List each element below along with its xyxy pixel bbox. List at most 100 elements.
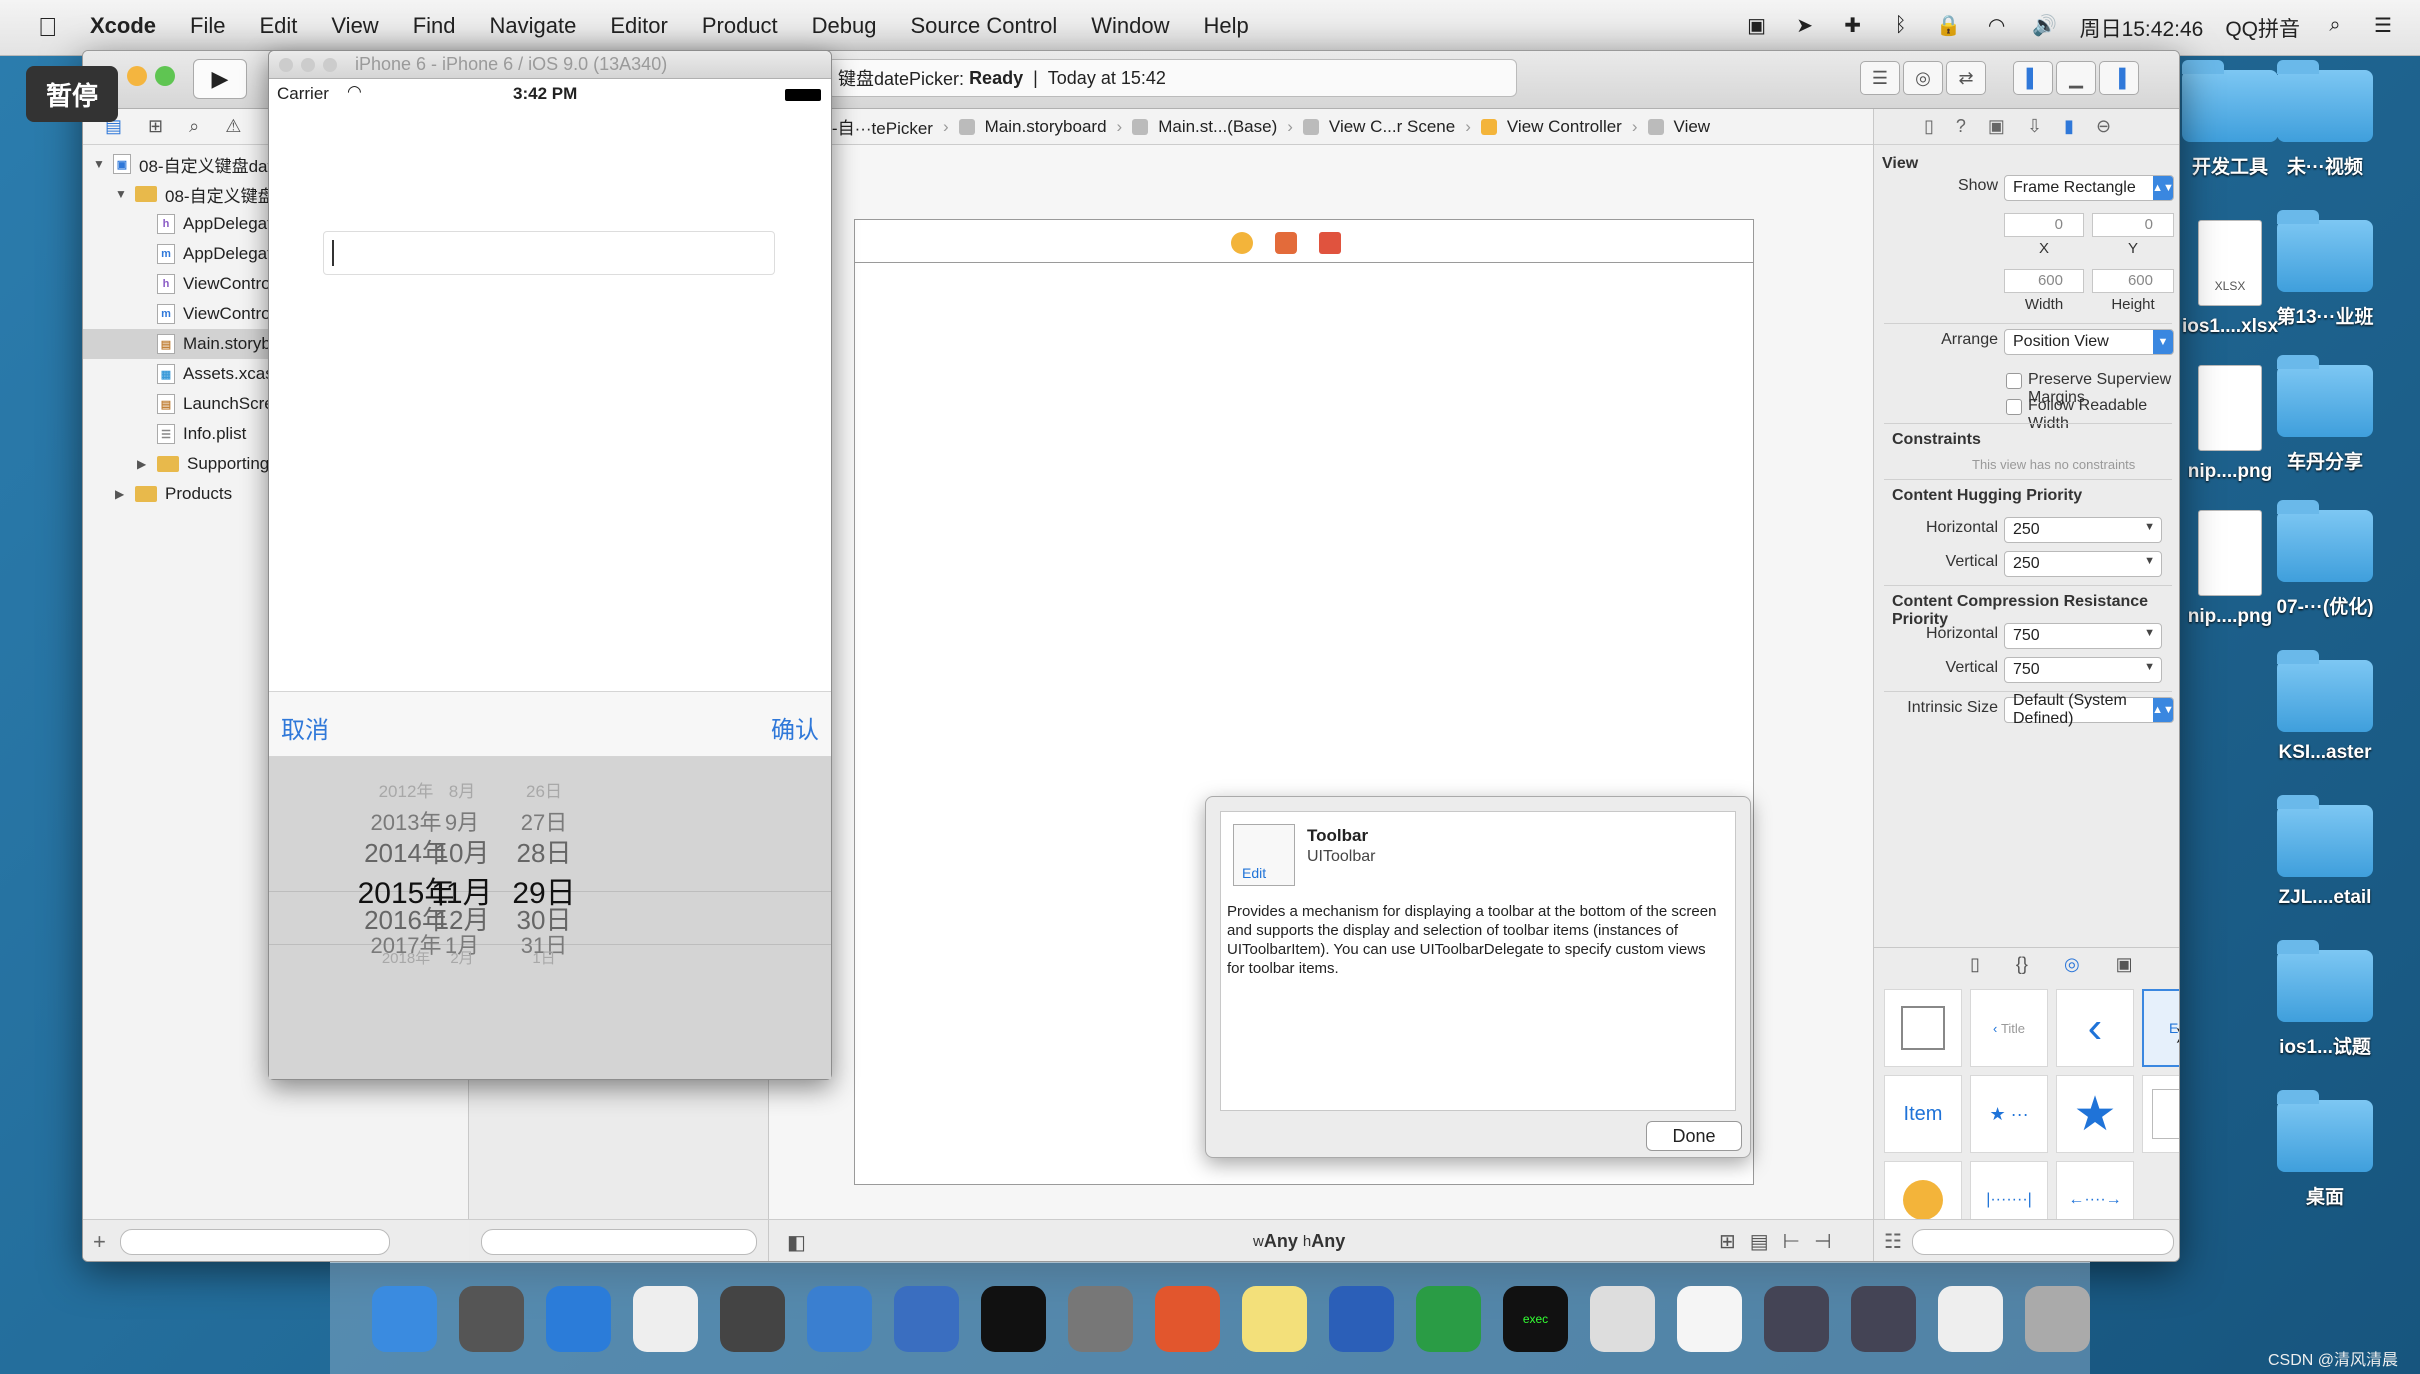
zoom-button[interactable] — [323, 57, 337, 72]
intrinsic-popup[interactable]: Default (System Defined) ▲▼ — [2004, 692, 2174, 727]
readable-width-checkbox[interactable] — [2006, 399, 2022, 415]
cancel-button[interactable]: 取消 — [281, 710, 329, 745]
library-search-bar-item[interactable] — [2142, 1075, 2179, 1153]
screen-icon[interactable] — [1764, 1285, 1829, 1352]
menu-app[interactable]: Xcode — [90, 13, 156, 39]
camera-icon[interactable]: ▣ — [1744, 13, 1770, 37]
exec-icon[interactable]: exec — [1503, 1285, 1568, 1352]
notification-center-icon[interactable]: ☰ — [2370, 13, 2396, 37]
library-tab-bar-star-item[interactable]: ★ — [2056, 1075, 2134, 1153]
exit-icon[interactable] — [1319, 232, 1341, 254]
menu-edit[interactable]: Edit — [259, 13, 297, 39]
add-icon[interactable]: + — [93, 1229, 106, 1255]
media-library-icon[interactable]: ▣ — [2116, 954, 2133, 975]
date-text-field[interactable] — [323, 231, 775, 275]
desktop-item[interactable]: ios1...试题 — [2250, 940, 2400, 1059]
preserve-margins-checkbox[interactable] — [2006, 373, 2022, 389]
word-icon[interactable] — [1329, 1285, 1394, 1352]
wifi-icon[interactable]: ◠ — [1984, 13, 2010, 37]
done-button[interactable]: Done — [1646, 1121, 1742, 1151]
assistant-editor-button[interactable]: ◎ — [1903, 61, 1943, 95]
menu-window[interactable]: Window — [1091, 13, 1169, 39]
tree-item[interactable]: ☰ Info.plist — [83, 419, 246, 449]
powerpoint-icon[interactable] — [1155, 1285, 1220, 1352]
menu-debug[interactable]: Debug — [812, 13, 877, 39]
preview-icon[interactable] — [1938, 1285, 2003, 1352]
size-inspector-icon[interactable]: ▮ — [2064, 116, 2074, 137]
desktop-item[interactable]: 07-···(优化) — [2250, 500, 2400, 619]
tree-item[interactable]: ▶ Supporting — [83, 449, 269, 479]
y-field[interactable]: 0 — [2092, 213, 2174, 237]
tree-item[interactable]: ▼ 08-自定义键盘d — [83, 179, 284, 209]
tree-item[interactable]: ▦ Assets.xcas — [83, 359, 274, 389]
version-editor-button[interactable]: ⇄ — [1946, 61, 1986, 95]
disclosure-open-icon[interactable]: ▼ — [93, 157, 109, 171]
desktop-item[interactable]: 未···视频 — [2250, 60, 2400, 179]
safari-icon[interactable] — [546, 1285, 611, 1352]
tree-item[interactable]: ▶ Products — [83, 479, 232, 509]
system-preferences-icon[interactable] — [1068, 1285, 1133, 1352]
tree-item[interactable]: m ViewContro — [83, 299, 271, 329]
warning-tab-icon[interactable]: ⚠ — [225, 116, 241, 137]
desktop-item[interactable]: KSI...aster — [2250, 650, 2400, 764]
file-template-icon[interactable]: ▯ — [1970, 954, 1980, 975]
close-button[interactable] — [279, 57, 293, 72]
confirm-button[interactable]: 确认 — [771, 710, 819, 745]
grid-list-toggle-icon[interactable]: ☷ — [1884, 1229, 1902, 1254]
attributes-inspector-icon[interactable]: ⇩ — [2027, 116, 2042, 137]
add-icon[interactable]: ✚ — [1840, 13, 1866, 37]
view-controller-icon[interactable] — [1231, 232, 1253, 254]
arrange-popup[interactable]: Position View ▼ — [2004, 329, 2174, 355]
connections-inspector-icon[interactable]: ⊖ — [2096, 116, 2111, 137]
menu-file[interactable]: File — [190, 13, 225, 39]
disclosure-closed-icon[interactable]: ▶ — [115, 487, 131, 501]
menu-view[interactable]: View — [331, 13, 378, 39]
toggle-navigator-button[interactable]: ▌ — [2013, 61, 2053, 95]
excel-icon[interactable] — [1416, 1285, 1481, 1352]
tree-item[interactable]: ▤ LaunchScre — [83, 389, 274, 419]
height-field[interactable]: 600 — [2092, 269, 2174, 293]
hierarchy-tab-icon[interactable]: ⊞ — [148, 116, 163, 137]
notes-icon[interactable] — [1242, 1285, 1307, 1352]
toggle-utilities-button[interactable]: ▐ — [2099, 61, 2139, 95]
volume-icon[interactable]: 🔊 — [2032, 13, 2058, 37]
object-library-icon[interactable]: ◎ — [2064, 954, 2080, 975]
menu-editor[interactable]: Editor — [610, 13, 667, 39]
menu-navigate[interactable]: Navigate — [490, 13, 577, 39]
file-icon[interactable] — [1677, 1285, 1742, 1352]
tree-item[interactable]: m AppDelegat — [83, 239, 272, 269]
size-class-control[interactable]: w Any h Any — [1253, 1231, 1345, 1252]
comp-horizontal-popup[interactable]: 750 ▼ — [2004, 623, 2162, 649]
tree-item[interactable]: h AppDelegat — [83, 209, 272, 239]
filter-input[interactable] — [119, 1228, 390, 1255]
run-button[interactable]: ▶ — [193, 59, 247, 99]
minimize-button[interactable] — [127, 66, 147, 86]
mouse-icon[interactable] — [633, 1285, 698, 1352]
show-popup[interactable]: Frame Rectangle ▲▼ — [2004, 175, 2174, 201]
minimize-button[interactable] — [301, 57, 315, 72]
menu-source-control[interactable]: Source Control — [911, 13, 1058, 39]
jump-bar-item[interactable]: View C...r Scene — [1329, 117, 1455, 137]
library-tab-bar-item[interactable]: ★ ··· — [1970, 1075, 2048, 1153]
identity-inspector-icon[interactable]: ▣ — [1988, 116, 2005, 137]
date-picker[interactable]: 2012年 8月 26日 2013年 9月 27日 2014年 10月 28日 2015年 11月 2… — [269, 757, 831, 1079]
search-tab-icon[interactable]: ⌕ — [189, 116, 199, 137]
library-view-item[interactable] — [1884, 989, 1962, 1067]
library-filter-input[interactable] — [1911, 1228, 2174, 1255]
desktop-item[interactable]: ZJL....etail — [2250, 795, 2400, 909]
terminal-icon[interactable] — [981, 1285, 1046, 1352]
instruments-icon[interactable] — [894, 1285, 959, 1352]
screen-icon[interactable] — [1851, 1285, 1916, 1352]
location-icon[interactable]: ➤ — [1792, 13, 1818, 37]
pause-badge[interactable]: 暂停 — [26, 66, 118, 122]
jump-bar-item[interactable]: Main.st...(Base) — [1158, 117, 1277, 137]
library-navbar-item[interactable]: ‹ Title — [1970, 989, 2048, 1067]
preview-icon[interactable] — [720, 1285, 785, 1352]
file-inspector-icon[interactable]: ▯ — [1924, 116, 1934, 137]
trash-icon[interactable] — [2025, 1285, 2090, 1352]
jump-bar-item[interactable]: Main.storyboard — [985, 117, 1107, 137]
comp-vertical-popup[interactable]: 750 ▼ — [2004, 657, 2162, 683]
input-method[interactable]: QQ拼音 — [2225, 13, 2300, 43]
hug-horizontal-popup[interactable]: 250 ▼ — [2004, 517, 2162, 543]
tree-item[interactable]: h ViewContro — [83, 269, 271, 299]
